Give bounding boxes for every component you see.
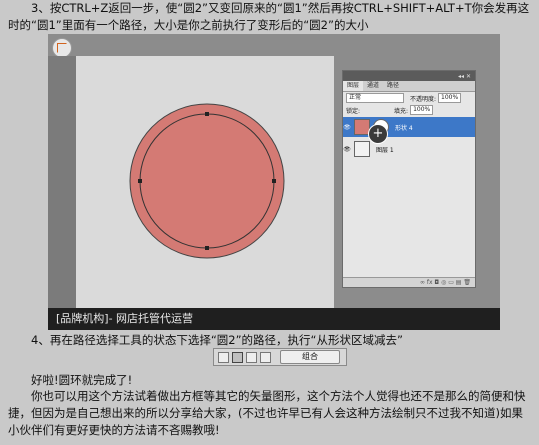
subtract-from-shape-icon[interactable] bbox=[232, 351, 243, 363]
step4-paragraph: 4、再在路径选择工具的状态下选择“圆2”的路径，执行“从形状区域减去” bbox=[8, 333, 403, 347]
fill-label: 填充: bbox=[394, 107, 409, 115]
add-to-shape-icon[interactable] bbox=[218, 351, 229, 363]
path-anchor-left bbox=[138, 179, 142, 183]
path-anchor-bottom bbox=[205, 246, 209, 250]
fill-field[interactable]: 100% bbox=[410, 105, 434, 115]
path-operations-bar: 组合 bbox=[213, 348, 347, 366]
lock-row: 锁定: 填充: 100% bbox=[343, 104, 475, 116]
done-paragraph: 好啦!圆环就完成了! bbox=[8, 373, 133, 387]
tab-paths[interactable]: 路径 bbox=[383, 81, 403, 91]
opacity-label: 不透明度: bbox=[410, 95, 437, 103]
path-anchor-right bbox=[272, 179, 276, 183]
blend-mode-select[interactable]: 正常 bbox=[346, 93, 404, 103]
path-anchor-top bbox=[205, 112, 209, 116]
share-corner-icon[interactable] bbox=[52, 38, 72, 58]
step3-paragraph: 3、按CTRL+Z返回一步，使“圆2”又变回原来的“圆1”然后再按CTRL+SH… bbox=[8, 1, 530, 32]
screenshot-toolbar bbox=[48, 34, 500, 58]
panel-titlebar: ◂◂ ✕ bbox=[343, 71, 475, 81]
opacity-field[interactable]: 100% bbox=[438, 93, 462, 103]
layer-row-shape4[interactable]: 👁 形状 4 bbox=[343, 117, 475, 137]
layer-name: 图层 1 bbox=[376, 146, 394, 154]
panel-bottom-icons[interactable]: ∞ fx ◘ ◎ ▭ ▤ 🗑 bbox=[420, 278, 471, 287]
layers-panel[interactable]: ◂◂ ✕ 图层 通道 路径 正常 不透明度: 100% 锁定: 填充: 100%… bbox=[342, 70, 476, 288]
left-gutter bbox=[48, 56, 76, 308]
watermark-caption: [品牌机构]- 网店托管代运营 bbox=[48, 308, 500, 330]
combine-button[interactable]: 组合 bbox=[280, 350, 340, 364]
closing-paragraph: 你也可以用这个方法试着做出方框等其它的矢量图形，这个方法个人觉得也还不是那么的简… bbox=[8, 389, 526, 437]
exclude-overlap-icon[interactable] bbox=[260, 351, 271, 363]
outer-circle-shape bbox=[129, 103, 285, 259]
layer-name: 形状 4 bbox=[395, 124, 413, 132]
layer-row-layer1[interactable]: 👁 图层 1 bbox=[343, 139, 475, 159]
eye-icon[interactable]: 👁 bbox=[343, 124, 351, 131]
document-canvas[interactable] bbox=[76, 56, 334, 308]
circle-artwork bbox=[129, 103, 285, 259]
blend-row: 正常 不透明度: 100% bbox=[343, 92, 475, 104]
photoshop-screenshot: ◂◂ ✕ 图层 通道 路径 正常 不透明度: 100% 锁定: 填充: 100%… bbox=[48, 34, 500, 330]
panel-bottom-bar: ∞ fx ◘ ◎ ▭ ▤ 🗑 bbox=[343, 277, 475, 287]
layer-thumbnail bbox=[354, 141, 370, 157]
tab-channels[interactable]: 通道 bbox=[363, 81, 383, 91]
lock-label: 锁定: bbox=[346, 107, 361, 115]
tab-layers[interactable]: 图层 bbox=[343, 81, 364, 91]
add-cursor-icon: + bbox=[368, 124, 388, 144]
intersect-shape-icon[interactable] bbox=[246, 351, 257, 363]
eye-icon[interactable]: 👁 bbox=[343, 146, 351, 153]
panel-tabs: 图层 通道 路径 bbox=[343, 81, 475, 92]
panel-window-controls[interactable]: ◂◂ ✕ bbox=[458, 73, 471, 80]
